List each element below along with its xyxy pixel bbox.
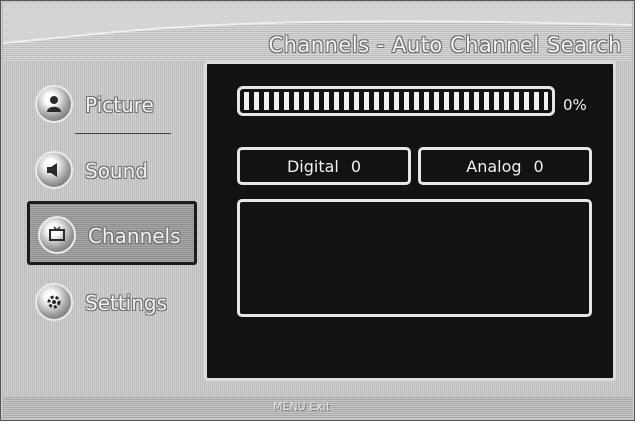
footer-bar: MENU Exit <box>3 397 632 419</box>
sidebar-menu: Picture Sound Channels Settings <box>1 63 201 383</box>
sidebar-item-label: Channels <box>88 224 181 248</box>
person-icon <box>35 85 73 123</box>
sidebar-item-label: Picture <box>85 93 154 117</box>
sidebar-item-settings[interactable]: Settings <box>27 271 197 331</box>
analog-count: 0 <box>533 156 544 176</box>
analog-label: Analog <box>466 156 522 176</box>
digital-count: 0 <box>350 156 362 176</box>
page-title: Channels - Auto Channel Search <box>268 33 622 57</box>
gear-icon <box>35 283 73 321</box>
search-results-area <box>237 199 592 317</box>
footer-hint: MENU Exit <box>273 400 331 413</box>
digital-label: Digital <box>286 156 339 176</box>
sidebar-item-channels[interactable]: Channels <box>27 201 197 265</box>
header-bar: Channels - Auto Channel Search <box>3 3 632 61</box>
analog-channel-count: Analog 0 <box>418 147 592 185</box>
search-progress-bar <box>237 86 555 116</box>
menu-divider <box>75 133 171 134</box>
progress-ticks <box>244 92 548 110</box>
speaker-icon <box>35 151 73 189</box>
sidebar-item-label: Sound <box>85 159 148 183</box>
tv-icon <box>38 216 76 254</box>
sidebar-item-sound[interactable]: Sound <box>27 139 197 199</box>
sidebar-item-label: Settings <box>85 291 168 315</box>
auto-channel-search-panel: 0% Digital 0 Analog 0 <box>204 61 616 381</box>
sidebar-item-picture[interactable]: Picture <box>27 73 197 133</box>
tv-osd-menu: Channels - Auto Channel Search Picture S… <box>0 0 635 421</box>
progress-percent: 0% <box>563 96 587 114</box>
digital-channel-count: Digital 0 <box>237 147 411 185</box>
